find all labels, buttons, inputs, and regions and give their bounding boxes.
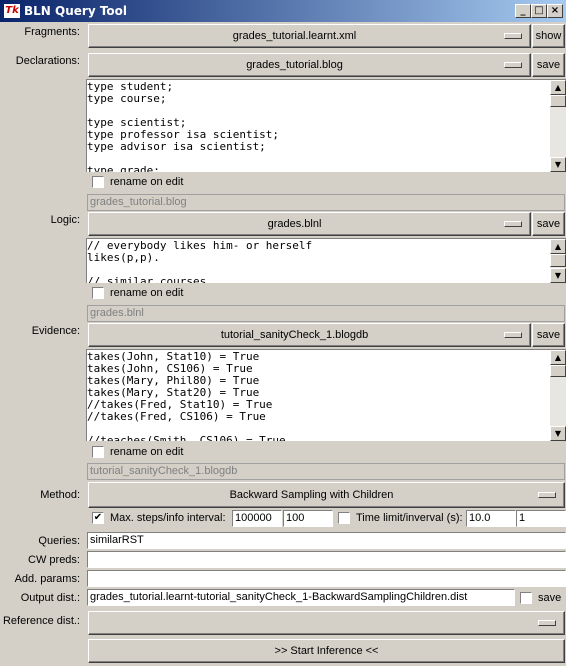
max-steps-checkbox[interactable]: ✔ (92, 512, 104, 524)
declarations-rename-label: rename on edit (110, 176, 184, 188)
evidence-rename-checkbox-row[interactable]: rename on edit (92, 446, 183, 458)
evidence-filename-field: tutorial_sanityCheck_1.blogdb (87, 463, 565, 480)
time-limit-input[interactable]: 10.0 (466, 510, 516, 527)
scroll-down-icon[interactable]: ▼ (550, 268, 566, 283)
fragments-label: Fragments: (24, 26, 80, 38)
scroll-thumb[interactable] (550, 95, 566, 107)
logic-editor[interactable]: // everybody likes him- or herself likes… (86, 238, 566, 283)
logic-text: // everybody likes him- or herself likes… (87, 239, 313, 284)
evidence-save-button[interactable]: save (532, 323, 565, 347)
declarations-scrollbar[interactable]: ▲ ▼ (550, 80, 566, 172)
fragments-dropdown-value: grades_tutorial.learnt.xml (232, 30, 357, 42)
logic-scrollbar[interactable]: ▲ ▼ (550, 239, 566, 283)
logic-filename-field: grades.blnl (87, 305, 565, 322)
logic-dropdown-value: grades.blnl (267, 218, 322, 230)
add-params-input[interactable] (87, 570, 566, 587)
reference-dist-label: Reference dist.: (2, 615, 80, 627)
dropdown-indicator-icon (504, 332, 522, 338)
evidence-editor[interactable]: takes(John, Stat10) = True takes(John, C… (86, 349, 566, 441)
logic-save-button[interactable]: save (532, 212, 565, 236)
start-inference-button[interactable]: >> Start Inference << (88, 639, 565, 663)
output-save-checkbox-row[interactable]: save (520, 592, 561, 604)
dropdown-indicator-icon (538, 492, 556, 498)
dropdown-indicator-icon (504, 221, 522, 227)
scroll-up-icon[interactable]: ▲ (550, 350, 566, 365)
evidence-text: takes(John, Stat10) = True takes(John, C… (87, 350, 286, 442)
evidence-dropdown-value: tutorial_sanityCheck_1.blogdb (220, 329, 369, 341)
cw-preds-input[interactable] (87, 551, 566, 568)
output-save-label: save (538, 592, 562, 604)
window-title: BLN Query Tool (24, 4, 128, 18)
logic-rename-checkbox[interactable] (92, 287, 104, 299)
reference-dist-dropdown[interactable] (88, 611, 565, 635)
declarations-rename-checkbox-row[interactable]: rename on edit (92, 176, 183, 188)
declarations-save-button[interactable]: save (532, 53, 565, 77)
time-interval-input[interactable]: 1 (516, 510, 566, 527)
dropdown-indicator-icon (538, 620, 556, 626)
declarations-dropdown-value: grades_tutorial.blog (246, 59, 343, 71)
minimize-button[interactable]: _ (515, 4, 531, 18)
method-label: Method: (40, 489, 80, 501)
evidence-scrollbar[interactable]: ▲ ▼ (550, 350, 566, 441)
fragments-dropdown[interactable]: grades_tutorial.learnt.xml (88, 24, 531, 48)
output-dist-label: Output dist.: (20, 592, 80, 604)
declarations-label: Declarations: (15, 55, 80, 67)
scroll-up-icon[interactable]: ▲ (550, 239, 566, 254)
declarations-rename-checkbox[interactable] (92, 176, 104, 188)
scroll-thumb[interactable] (550, 365, 566, 377)
title-bar: Tk BLN Query Tool _ □ × (0, 0, 566, 22)
declarations-editor[interactable]: type student; type course; type scientis… (86, 79, 566, 172)
dropdown-indicator-icon (504, 62, 522, 68)
time-limit-checkbox-row[interactable]: Time limit/inverval (s): (338, 512, 463, 524)
fragments-show-button[interactable]: show (532, 24, 565, 48)
evidence-rename-label: rename on edit (110, 446, 184, 458)
info-interval-input[interactable]: 100 (283, 510, 333, 527)
logic-rename-label: rename on edit (110, 287, 184, 299)
queries-label: Queries: (38, 535, 80, 547)
evidence-dropdown[interactable]: tutorial_sanityCheck_1.blogdb (88, 323, 531, 347)
evidence-label: Evidence: (31, 325, 80, 337)
bln-query-tool-window: Tk BLN Query Tool _ □ × Fragments: grade… (0, 0, 566, 666)
declarations-filename-field: grades_tutorial.blog (87, 194, 565, 211)
declarations-text: type student; type course; type scientis… (87, 80, 280, 173)
close-button[interactable]: × (547, 4, 563, 18)
scroll-up-icon[interactable]: ▲ (550, 80, 566, 95)
logic-rename-checkbox-row[interactable]: rename on edit (92, 287, 183, 299)
cw-preds-label: CW preds: (28, 554, 80, 566)
scroll-thumb[interactable] (550, 254, 566, 267)
output-dist-input[interactable]: grades_tutorial.learnt-tutorial_sanityCh… (87, 589, 515, 606)
max-steps-input[interactable]: 100000 (232, 510, 282, 527)
time-limit-label: Time limit/inverval (s): (356, 512, 463, 524)
logic-dropdown[interactable]: grades.blnl (88, 212, 531, 236)
time-limit-checkbox[interactable] (338, 512, 350, 524)
max-steps-label: Max. steps/info interval: (110, 512, 226, 524)
queries-input[interactable]: similarRST (87, 532, 566, 549)
method-dropdown[interactable]: Backward Sampling with Children (88, 482, 565, 508)
evidence-rename-checkbox[interactable] (92, 446, 104, 458)
max-steps-checkbox-row[interactable]: ✔ Max. steps/info interval: (92, 512, 226, 524)
add-params-label: Add. params: (14, 573, 80, 585)
output-save-checkbox[interactable] (520, 592, 532, 604)
logic-label: Logic: (50, 214, 80, 226)
scroll-down-icon[interactable]: ▼ (550, 426, 566, 441)
method-dropdown-value: Backward Sampling with Children (229, 489, 394, 501)
maximize-button[interactable]: □ (531, 4, 547, 18)
dropdown-indicator-icon (504, 33, 522, 39)
tk-feather-icon: Tk (4, 4, 20, 18)
scroll-down-icon[interactable]: ▼ (550, 157, 566, 172)
declarations-dropdown[interactable]: grades_tutorial.blog (88, 53, 531, 77)
